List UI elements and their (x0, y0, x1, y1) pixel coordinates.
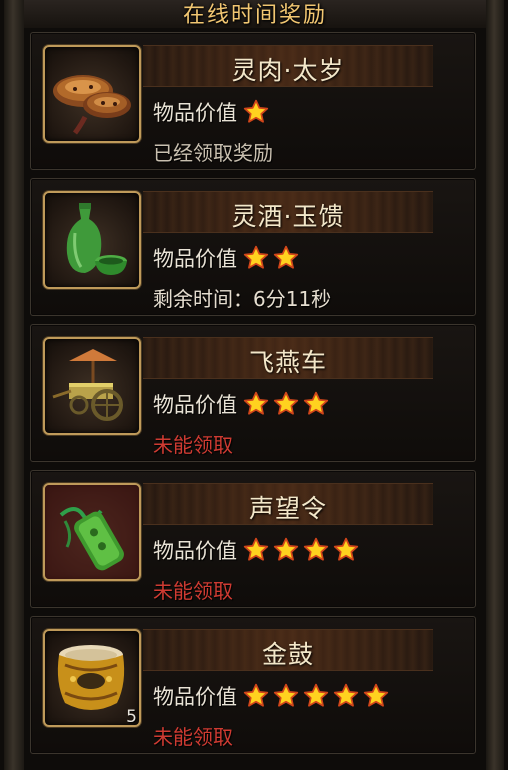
star-icon (243, 683, 269, 707)
reward-list: 灵肉·太岁 物品价值 已经领取奖励 灵酒·玉馈 物品价值 剩余时间：6分11秒 … (30, 32, 476, 762)
star-icon (333, 537, 359, 561)
reward-status: 未能领取 (153, 433, 233, 457)
reward-item[interactable]: 灵酒·玉馈 物品价值 剩余时间：6分11秒 (30, 178, 476, 316)
star-icon (333, 683, 359, 707)
star-icon (273, 391, 299, 415)
name-banner: 声望令 (143, 483, 433, 525)
reward-name: 飞燕车 (248, 348, 327, 377)
item-count: 5 (126, 707, 137, 727)
value-label: 物品价值 (153, 393, 237, 417)
star-icon (273, 245, 299, 269)
star-icon (303, 391, 329, 415)
star-icon (303, 683, 329, 707)
reward-status: 未能领取 (153, 725, 233, 749)
reward-status: 剩余时间：6分11秒 (153, 287, 332, 311)
reward-slot[interactable] (43, 483, 141, 581)
value-row: 物品价值 (153, 389, 333, 419)
star-icon (273, 683, 299, 707)
golden-drum-icon (57, 645, 125, 710)
reward-panel: 在线时间奖励 灵肉·太岁 物品价值 已经领取奖励 灵酒·玉馈 物品价值 剩余时间… (0, 0, 508, 770)
star-rating (243, 683, 393, 709)
star-icon (303, 537, 329, 561)
reward-name: 灵酒·玉馈 (231, 202, 345, 231)
star-icon (243, 537, 269, 561)
panel-scrollbar[interactable] (486, 0, 504, 770)
value-label: 物品价值 (153, 539, 237, 563)
value-label: 物品价值 (153, 101, 237, 125)
star-icon (273, 537, 299, 561)
reward-slot[interactable] (43, 337, 141, 435)
reward-name: 声望令 (248, 494, 327, 523)
reward-item[interactable]: 飞燕车 物品价值 未能领取 (30, 324, 476, 462)
panel-title: 在线时间奖励 (182, 3, 327, 28)
cart-icon (52, 349, 123, 421)
reward-slot[interactable] (43, 191, 141, 289)
value-label: 物品价值 (153, 247, 237, 271)
star-rating (243, 391, 333, 417)
value-row: 物品价值 (153, 535, 363, 565)
reward-name: 金鼓 (261, 640, 314, 669)
reward-item[interactable]: 5 金鼓 物品价值 未能领取 (30, 616, 476, 754)
panel-border-left (4, 0, 24, 770)
reward-item[interactable]: 声望令 物品价值 未能领取 (30, 470, 476, 608)
title-bar: 在线时间奖励 (24, 0, 486, 28)
name-banner: 灵肉·太岁 (143, 45, 433, 87)
reward-name: 灵肉·太岁 (231, 56, 345, 85)
star-rating (243, 245, 303, 271)
value-row: 物品价值 (153, 97, 273, 127)
star-icon (363, 683, 389, 707)
name-banner: 金鼓 (143, 629, 433, 671)
value-row: 物品价值 (153, 243, 303, 273)
reward-slot[interactable]: 5 (43, 629, 141, 727)
name-banner: 飞燕车 (143, 337, 433, 379)
reward-status: 已经领取奖励 (153, 141, 273, 165)
value-label: 物品价值 (153, 685, 237, 709)
star-rating (243, 99, 273, 125)
reward-status: 未能领取 (153, 579, 233, 603)
name-banner: 灵酒·玉馈 (143, 191, 433, 233)
reward-slot[interactable] (43, 45, 141, 143)
star-rating (243, 537, 363, 563)
star-icon (243, 99, 269, 123)
star-icon (243, 245, 269, 269)
jade-wine-bottle-icon (66, 203, 127, 275)
star-icon (243, 391, 269, 415)
value-row: 物品价值 (153, 681, 393, 711)
lingzhi-mushroom-icon (53, 75, 131, 135)
jade-token-icon (45, 485, 139, 579)
reward-item[interactable]: 灵肉·太岁 物品价值 已经领取奖励 (30, 32, 476, 170)
